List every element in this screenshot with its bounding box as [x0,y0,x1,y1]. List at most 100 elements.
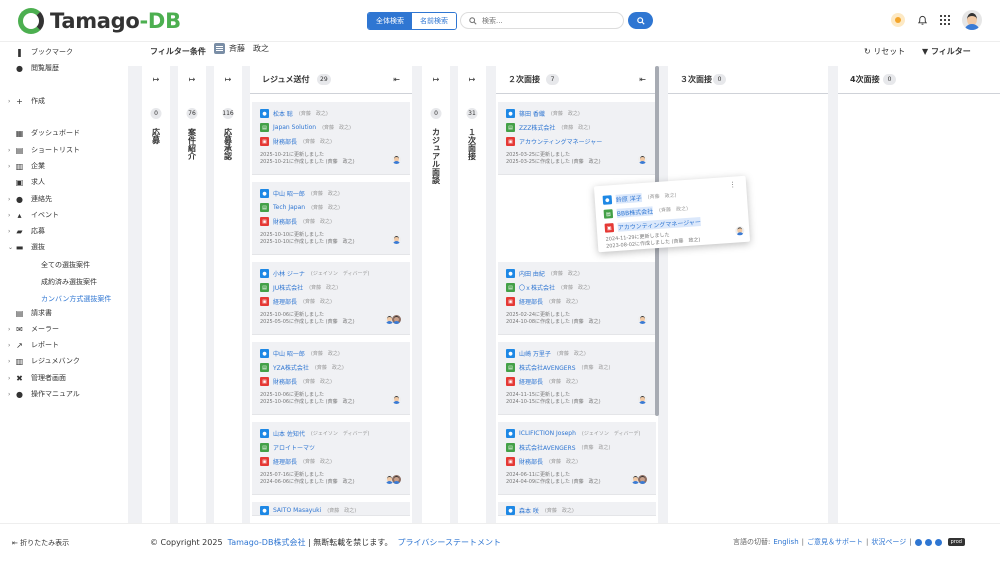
card-job[interactable]: 経理部長 [519,297,543,306]
privacy-link[interactable]: プライバシーステートメント [398,538,501,547]
card-company[interactable]: アロイトーマツ [273,443,315,452]
sidebar-item-contacts[interactable]: › ● 連絡先 [8,193,52,205]
card-job[interactable]: アカウンティングマネージャー [519,137,602,146]
search-mode-all[interactable]: 全体検索 [368,13,412,29]
apps-grid-icon[interactable] [940,15,950,25]
card-candidate-name[interactable]: ICLIFICTION Joseph [519,430,576,437]
sidebar-item-create[interactable]: › + 作成 [8,95,45,107]
kanban-card[interactable]: ● 小林 ジーナ (ジェイソン ディバーデ) ▤ JU株式会社 (斉藤 政之) ▣ 経理部長(… [252,262,410,335]
column-count: 0 [430,108,442,119]
language-link[interactable]: English [773,538,798,546]
card-company[interactable]: BBB株式会社 [616,206,654,218]
card-candidate-name[interactable]: 小林 ジーナ [273,269,305,278]
expand-icon[interactable]: ↦ [214,75,242,84]
dragging-card[interactable]: ⋮ ● 鈴原 洋子 (斉藤 政之) ▤ BBB株式会社 (斉藤 政之) ▣ アカウンティン… [593,175,751,253]
user-avatar[interactable] [962,10,982,30]
card-candidate-name[interactable]: SAITO Masayuki [273,507,321,514]
filter-button[interactable]: ▼ フィルター [922,46,971,57]
sidebar-collapse[interactable]: ⇤ 折りたたみ表示 [0,523,128,563]
search-button[interactable] [628,12,653,29]
card-company[interactable]: YZA株式会社 [273,363,309,372]
card-candidate-name[interactable]: 中山 昭一郎 [273,189,305,198]
kanban-card[interactable]: ● ICLIFICTION Joseph (ジェイソン ディバーデ) ▤ 株式会社AVE… [498,422,656,495]
card-company[interactable]: Tech Japan [273,204,305,211]
company-link[interactable]: Tamago-DB株式会社 [228,538,306,547]
card-candidate-name[interactable]: 内田 由紀 [519,269,545,278]
search-mode-name[interactable]: 名前検索 [412,13,456,29]
card-company[interactable]: Japan Solution [273,124,316,131]
sidebar-item-jobs[interactable]: ▣ 求人 [8,176,45,188]
card-company[interactable]: 〇ｘ株式会社 [519,283,555,292]
facebook-icon[interactable] [924,538,932,546]
card-job[interactable]: 経理部長 [273,297,297,306]
sidebar-sub-closed-selection[interactable]: 成約済み選抜案件 [41,277,97,287]
expand-icon[interactable]: ↦ [422,75,450,84]
kanban-card[interactable]: ● 中山 昭一郎 (斉藤 政之) ▤ YZA株式会社 (斉藤 政之) ▣ 財務部長 (斉藤 政之… [252,342,410,415]
sidebar-sub-kanban-selection[interactable]: カンバン方式選抜案件 [41,294,111,304]
card-job[interactable]: 財務部長 [273,137,297,146]
card-company[interactable]: 株式会社AVENGERS [519,443,576,452]
invoice-icon: ▤ [15,308,24,318]
company-icon: ▤ [506,443,515,452]
sidebar-sub-all-selection[interactable]: 全ての選抜案件 [41,260,90,270]
card-candidate-name[interactable]: 森本 咲 [519,506,539,515]
expand-icon[interactable]: ↦ [178,75,206,84]
sidebar-item-company[interactable]: › ▥ 企業 [8,160,45,172]
card-job[interactable]: 財務部長 [519,457,543,466]
kanban-card[interactable]: ● 山崎 万里子 (斉藤 政之) ▤ 株式会社AVENGERS (斉藤 政之) ▣ 経理部長(… [498,342,656,415]
bell-icon[interactable] [917,15,928,26]
sidebar-item-history[interactable]: ● 閲覧履歴 [8,62,59,74]
kanban-card[interactable]: ● 中山 昭一郎 (斉藤 政之) ▤ Tech Japan (斉藤 政之) ▣ 財務部長 (斉藤… [252,182,410,255]
expand-icon[interactable]: ↦ [458,75,486,84]
card-job[interactable]: 財務部長 [273,377,297,386]
card-candidate-name[interactable]: 山本 佐知代 [273,429,305,438]
card-candidate-name[interactable]: 松本 聡 [273,109,293,118]
sidebar-item-resume-bank[interactable]: › ▥ レジュメバンク [8,355,80,367]
collapse-icon[interactable]: ⇤ [639,75,646,84]
plus-icon: + [16,96,23,106]
card-company[interactable]: JU株式会社 [273,283,303,292]
card-job[interactable]: 経理部長 [519,377,543,386]
card-job[interactable]: アカウンティングマネージャー [617,217,702,232]
sidebar-item-manual[interactable]: › ● 操作マニュアル [8,388,80,400]
kanban-card[interactable]: ● 篠田 香織 (斉藤 政之) ▤ ZZZ株式会社 (斉藤 政之) ▣ アカウンティングマネー… [498,102,656,175]
logo[interactable]: Tamago-DB [18,8,181,34]
more-icon[interactable]: ⋮ [729,180,737,188]
search-input[interactable] [482,16,612,25]
kanban-card[interactable]: ● 松本 聡 (斉藤 政之) ▤ Japan Solution (斉藤 政之) ▣ 財務部長(… [252,102,410,175]
sidebar-item-bookmark[interactable]: ❚ ブックマーク [8,46,73,58]
person-icon: ● [602,195,613,205]
sidebar-item-report[interactable]: › ↗ レポート [8,339,59,351]
expand-icon[interactable]: ↦ [142,75,170,84]
card-job[interactable]: 経理部長 [273,457,297,466]
feedback-link[interactable]: ご意見＆サポート [807,537,863,547]
twitter-icon[interactable] [914,538,922,546]
card-candidate-name[interactable]: 鈴原 洋子 [615,193,643,204]
sidebar-item-applications[interactable]: › ▰ 応募 [8,225,45,237]
theme-toggle-icon[interactable] [891,13,905,27]
sidebar-item-dashboard[interactable]: ▦ ダッシュボード [8,127,80,139]
kanban-card[interactable]: ● 森本 咲 (斉藤 政之) [498,502,656,516]
reset-button[interactable]: ↻ リセット [864,46,905,57]
sidebar-item-invoice[interactable]: ▤ 請求書 [8,307,52,319]
card-candidate-name[interactable]: 中山 昭一郎 [273,349,305,358]
job-icon: ▣ [506,457,515,466]
sidebar-item-events[interactable]: › ▴ イベント [8,209,59,221]
sidebar-item-shortlist[interactable]: › ▤ ショートリスト [8,144,80,156]
card-candidate-name[interactable]: 山崎 万里子 [519,349,551,358]
assignee-avatar [392,235,401,244]
sidebar-item-mailer[interactable]: › ✉ メーラー [8,323,59,335]
status-link[interactable]: 状況ページ [871,537,906,547]
linkedin-icon[interactable] [934,538,942,546]
card-candidate-name[interactable]: 篠田 香織 [519,109,545,118]
sidebar-item-selection[interactable]: ⌄ ▬ 選抜 [8,241,45,253]
sidebar-item-admin[interactable]: › ✖ 管理者画面 [8,372,66,384]
card-company[interactable]: ZZZ株式会社 [519,123,555,132]
kanban-card[interactable]: ● 内田 由紀 (斉藤 政之) ▤ 〇ｘ株式会社 (斉藤 政之) ▣ 経理部長 (斉藤 政之) 2… [498,262,656,335]
collapse-icon[interactable]: ⇤ [393,75,400,84]
kanban-card[interactable]: ● 山本 佐知代 (ジェイソン ディバーデ) ▤ アロイトーマツ ▣ 経理部長 (斉藤 政之)… [252,422,410,495]
card-job[interactable]: 財務部長 [273,217,297,226]
filter-chip[interactable]: 斉藤 政之 [214,43,269,54]
kanban-card[interactable]: ● SAITO Masayuki (斉藤 政之) [252,502,410,516]
card-company[interactable]: 株式会社AVENGERS [519,363,576,372]
